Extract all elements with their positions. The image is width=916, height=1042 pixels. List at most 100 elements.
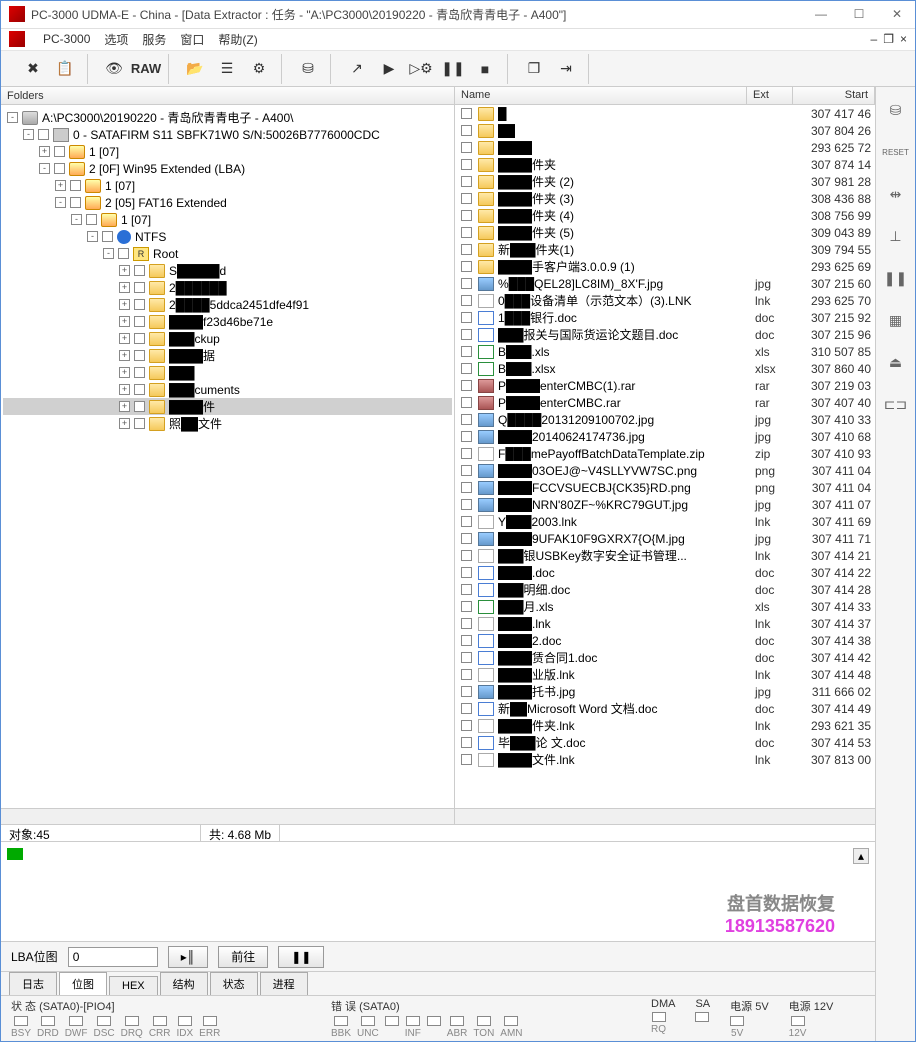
close-button[interactable]: ✕ xyxy=(887,7,907,21)
tree-node[interactable]: +1 [07] xyxy=(3,143,452,160)
file-checkbox[interactable] xyxy=(461,533,472,544)
maximize-button[interactable]: ☐ xyxy=(849,7,869,21)
file-checkbox[interactable] xyxy=(461,567,472,578)
file-row[interactable]: ████件夹 (3)308 436 88 xyxy=(455,190,875,207)
file-row[interactable]: ████件夹 (5)309 043 89 xyxy=(455,224,875,241)
file-checkbox[interactable] xyxy=(461,618,472,629)
file-row[interactable]: ███报关与国际货运论文题目.docdoc307 215 96 xyxy=(455,326,875,343)
export-icon[interactable]: ↗ xyxy=(345,57,369,81)
tree-checkbox[interactable] xyxy=(134,350,145,361)
expand-icon[interactable]: - xyxy=(23,129,34,140)
expand-icon[interactable]: + xyxy=(119,333,130,344)
pause-side-icon[interactable]: ❚❚ xyxy=(883,265,909,291)
file-row[interactable]: ██307 804 26 xyxy=(455,122,875,139)
file-checkbox[interactable] xyxy=(461,244,472,255)
tree-node[interactable]: -1 [07] xyxy=(3,211,452,228)
tree-node[interactable]: -A:\PC3000\20190220 - 青岛欣青青电子 - A400\ xyxy=(3,109,452,126)
list-icon[interactable]: ☰ xyxy=(215,57,239,81)
file-row[interactable]: ████件夹.lnklnk293 621 35 xyxy=(455,717,875,734)
tab-进程[interactable]: 进程 xyxy=(260,972,308,995)
file-row[interactable]: ████手客户端3.0.0.9 (1)293 625 69 xyxy=(455,258,875,275)
file-row[interactable]: █307 417 46 xyxy=(455,105,875,122)
menu-help[interactable]: 帮助(Z) xyxy=(218,31,257,48)
file-row[interactable]: 新██Microsoft Word 文档.docdoc307 414 49 xyxy=(455,700,875,717)
file-row[interactable]: ████文件.lnklnk307 813 00 xyxy=(455,751,875,768)
tree-checkbox[interactable] xyxy=(134,282,145,293)
expand-icon[interactable]: + xyxy=(119,418,130,429)
file-row[interactable]: 毕███论 文.docdoc307 414 53 xyxy=(455,734,875,751)
folder-open-icon[interactable]: 📂 xyxy=(183,57,207,81)
file-checkbox[interactable] xyxy=(461,261,472,272)
file-checkbox[interactable] xyxy=(461,652,472,663)
tree-checkbox[interactable] xyxy=(118,248,129,259)
file-checkbox[interactable] xyxy=(461,278,472,289)
folder-tree[interactable]: -A:\PC3000\20190220 - 青岛欣青青电子 - A400\-0 … xyxy=(1,105,454,808)
file-checkbox[interactable] xyxy=(461,176,472,187)
tree-checkbox[interactable] xyxy=(134,333,145,344)
file-row[interactable]: B███.xlsxxlsx307 860 40 xyxy=(455,360,875,377)
file-checkbox[interactable] xyxy=(461,482,472,493)
file-row[interactable]: %███QEL28]LC8IM)_8X'F.jpgjpg307 215 60 xyxy=(455,275,875,292)
lba-input[interactable] xyxy=(68,947,158,967)
file-row[interactable]: ████9UFAK10F9GXRX7{O{M.jpgjpg307 411 71 xyxy=(455,530,875,547)
file-checkbox[interactable] xyxy=(461,414,472,425)
mdi-close-button[interactable]: × xyxy=(900,32,907,46)
file-row[interactable]: F███mePayoffBatchDataTemplate.zipzip307 … xyxy=(455,445,875,462)
file-checkbox[interactable] xyxy=(461,295,472,306)
col-header-name[interactable]: Name xyxy=(455,87,747,104)
tools-icon[interactable]: ✖ xyxy=(21,57,45,81)
file-row[interactable]: ████2.docdoc307 414 38 xyxy=(455,632,875,649)
menu-options[interactable]: 选项 xyxy=(104,31,128,48)
expand-icon[interactable]: + xyxy=(55,180,66,191)
file-row[interactable]: ████件夹 (4)308 756 99 xyxy=(455,207,875,224)
menu-window[interactable]: 窗口 xyxy=(180,31,204,48)
report-icon[interactable]: 📋 xyxy=(53,57,77,81)
range-icon[interactable]: ⇹ xyxy=(883,181,909,207)
file-checkbox[interactable] xyxy=(461,142,472,153)
chip-icon[interactable]: ▦ xyxy=(883,307,909,333)
expand-icon[interactable]: - xyxy=(39,163,50,174)
expand-icon[interactable]: - xyxy=(87,231,98,242)
file-row[interactable]: 0███设备清单（示范文本）(3).LNKlnk293 625 70 xyxy=(455,292,875,309)
expand-icon[interactable]: + xyxy=(119,384,130,395)
tree-node[interactable]: +███cuments xyxy=(3,381,452,398)
file-row[interactable]: ████赁合同1.docdoc307 414 42 xyxy=(455,649,875,666)
tree-checkbox[interactable] xyxy=(86,214,97,225)
expand-icon[interactable]: - xyxy=(7,112,18,123)
file-row[interactable]: ███明细.docdoc307 414 28 xyxy=(455,581,875,598)
expand-icon[interactable]: + xyxy=(119,299,130,310)
tree-node[interactable]: +1 [07] xyxy=(3,177,452,194)
file-checkbox[interactable] xyxy=(461,720,472,731)
tree-node[interactable]: +2██████ xyxy=(3,279,452,296)
file-row[interactable]: 1███银行.docdoc307 215 92 xyxy=(455,309,875,326)
file-row[interactable]: 新███件夹(1)309 794 55 xyxy=(455,241,875,258)
tab-位图[interactable]: 位图 xyxy=(59,972,107,995)
expand-icon[interactable]: - xyxy=(103,248,114,259)
tab-状态[interactable]: 状态 xyxy=(210,972,258,995)
file-checkbox[interactable] xyxy=(461,312,472,323)
mdi-minimize-button[interactable]: – xyxy=(871,32,878,46)
expand-icon[interactable]: + xyxy=(119,265,130,276)
tab-结构[interactable]: 结构 xyxy=(160,972,208,995)
file-checkbox[interactable] xyxy=(461,737,472,748)
tree-node[interactable]: -2 [05] FAT16 Extended xyxy=(3,194,452,211)
file-checkbox[interactable] xyxy=(461,669,472,680)
tree-node[interactable]: +███ xyxy=(3,364,452,381)
tab-日志[interactable]: 日志 xyxy=(9,972,57,995)
search-icon[interactable]: 👁 xyxy=(102,57,126,81)
file-checkbox[interactable] xyxy=(461,346,472,357)
col-header-start[interactable]: Start xyxy=(793,87,875,104)
file-checkbox[interactable] xyxy=(461,635,472,646)
file-checkbox[interactable] xyxy=(461,193,472,204)
file-checkbox[interactable] xyxy=(461,754,472,765)
expand-icon[interactable]: + xyxy=(119,350,130,361)
file-checkbox[interactable] xyxy=(461,363,472,374)
db-icon[interactable]: ⛁ xyxy=(883,97,909,123)
tree-checkbox[interactable] xyxy=(54,146,65,157)
file-row[interactable]: ████03OEJ@~V4SLLYVW7SC.pngpng307 411 04 xyxy=(455,462,875,479)
file-row[interactable]: ████件夹307 874 14 xyxy=(455,156,875,173)
reset-icon[interactable]: RESET xyxy=(883,139,909,165)
file-checkbox[interactable] xyxy=(461,686,472,697)
tree-node[interactable]: -2 [0F] Win95 Extended (LBA) xyxy=(3,160,452,177)
tree-node[interactable]: +████f23d46be71e xyxy=(3,313,452,330)
